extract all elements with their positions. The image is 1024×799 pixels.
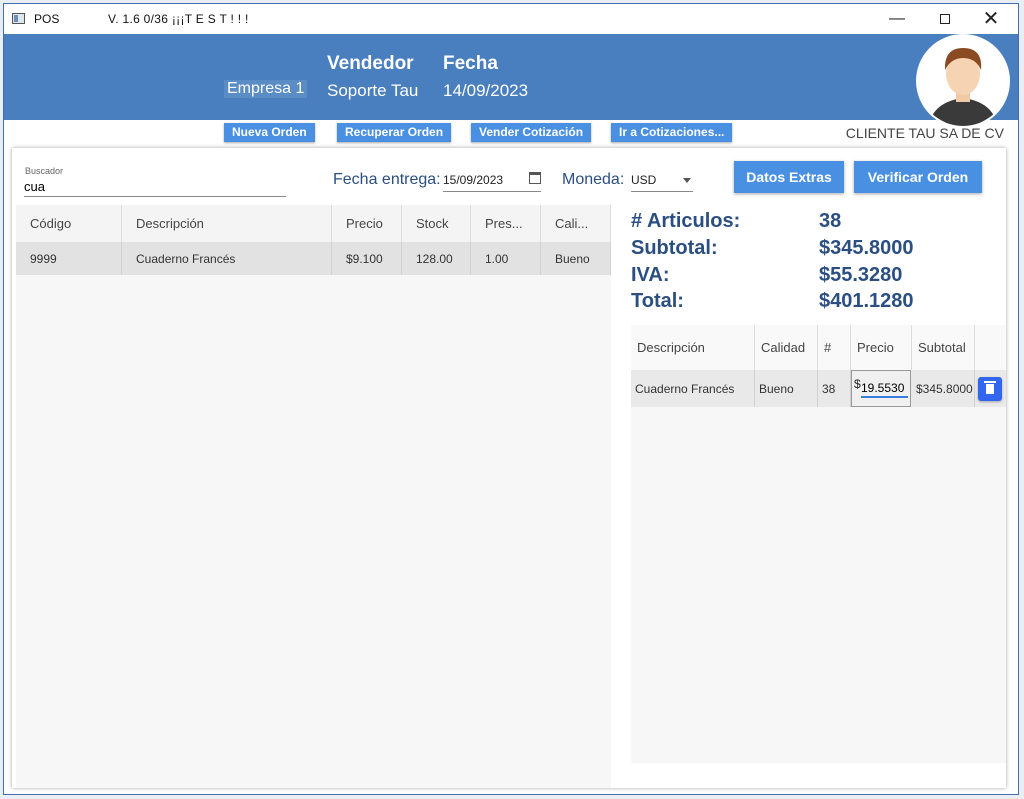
cart-row[interactable]: Cuaderno Francés Bueno 38 $ $345.8000	[631, 370, 1006, 407]
vendedor-label: Vendedor	[327, 53, 414, 74]
header-band: Empresa 1 Vendedor Soporte Tau Fecha 14/…	[4, 34, 1018, 126]
column-header-calidad[interactable]: Cali...	[541, 205, 611, 242]
chevron-down-icon	[683, 178, 691, 183]
column-header-stock[interactable]: Stock	[402, 205, 471, 242]
fecha-entrega-label: Fecha entrega:	[333, 171, 441, 188]
calendar-icon[interactable]	[529, 172, 541, 184]
window-title: POS	[34, 12, 60, 26]
total-label: Total:	[631, 290, 684, 312]
user-avatar[interactable]	[918, 36, 1008, 126]
pos-window: POS V. 1.6 0/36 ¡¡¡T E S T ! ! ! — ✕ Emp…	[3, 3, 1019, 795]
articulos-label: # Articulos:	[631, 210, 741, 232]
moneda-value: USD	[631, 173, 657, 187]
search-input[interactable]	[24, 177, 286, 197]
order-panel: Buscador Fecha entrega: 15/09/2023 Moned…	[12, 148, 1006, 788]
product-grid: Código Descripción Precio Stock Pres... …	[16, 205, 611, 788]
cart-cell-subtotal: $345.8000	[912, 370, 975, 407]
maximize-icon	[940, 13, 950, 24]
cart-header-precio[interactable]: Precio	[851, 325, 912, 370]
subtotal-label: Subtotal:	[631, 237, 718, 259]
user-avatar-icon	[918, 36, 1008, 126]
cart-grid-header: Descripción Calidad # Precio Subtotal	[631, 325, 1006, 370]
fecha-value: 14/09/2023	[443, 81, 529, 100]
currency-symbol: $	[854, 377, 861, 391]
nueva-orden-button[interactable]: Nueva Orden	[224, 123, 315, 142]
vendedor-value: Soporte Tau	[327, 81, 419, 100]
ir-cotizaciones-button[interactable]: Ir a Cotizaciones...	[611, 123, 733, 142]
column-header-precio[interactable]: Precio	[332, 205, 402, 242]
iva-label: IVA:	[631, 264, 670, 286]
cart-grid: Descripción Calidad # Precio Subtotal Cu…	[631, 325, 1006, 763]
table-row[interactable]: 9999 Cuaderno Francés $9.100 128.00 1.00…	[16, 242, 611, 275]
cell-calidad: Bueno	[541, 242, 611, 275]
search-label: Buscador	[25, 166, 64, 176]
cart-header-cantidad[interactable]: #	[818, 325, 851, 370]
vender-cotizacion-button[interactable]: Vender Cotización	[471, 123, 592, 142]
trash-icon	[984, 381, 996, 394]
cart-cell-descripcion: Cuaderno Francés	[631, 370, 755, 407]
cell-codigo: 9999	[16, 242, 122, 275]
cell-descripcion: Cuaderno Francés	[122, 242, 332, 275]
moneda-label: Moneda:	[562, 171, 625, 188]
recuperar-orden-button[interactable]: Recuperar Orden	[337, 123, 452, 142]
cell-precio: $9.100	[332, 242, 402, 275]
window-version: V. 1.6 0/36 ¡¡¡T E S T ! ! !	[108, 12, 249, 26]
fecha-entrega-picker[interactable]: 15/09/2023	[443, 169, 541, 192]
cart-price-input[interactable]	[861, 380, 908, 398]
fecha-entrega-value: 15/09/2023	[443, 173, 504, 187]
datos-extras-button[interactable]: Datos Extras	[734, 161, 844, 193]
company-name: Empresa 1	[224, 80, 308, 98]
column-header-presentacion[interactable]: Pres...	[471, 205, 541, 242]
delete-item-button[interactable]	[978, 377, 1002, 401]
cart-header-descripcion[interactable]: Descripción	[631, 325, 755, 370]
moneda-select[interactable]: USD	[631, 169, 693, 192]
product-grid-header: Código Descripción Precio Stock Pres... …	[16, 205, 611, 242]
cart-cell-calidad: Bueno	[755, 370, 818, 407]
subtotal-value: $345.8000	[819, 237, 914, 259]
cell-stock: 128.00	[402, 242, 471, 275]
verificar-orden-button[interactable]: Verificar Orden	[854, 161, 982, 193]
close-button[interactable]: ✕	[968, 4, 1014, 34]
column-header-descripcion[interactable]: Descripción	[122, 205, 332, 242]
maximize-button[interactable]	[922, 4, 968, 34]
articulos-value: 38	[819, 210, 842, 232]
cart-header-subtotal[interactable]: Subtotal	[912, 325, 975, 370]
column-header-codigo[interactable]: Código	[16, 205, 122, 242]
app-icon	[12, 13, 25, 24]
client-name[interactable]: CLIENTE TAU SA DE CV	[846, 125, 1004, 141]
cart-price-editor[interactable]: $	[851, 370, 911, 407]
iva-value: $55.3280	[819, 264, 903, 286]
minimize-button[interactable]: —	[874, 4, 920, 34]
cart-header-calidad[interactable]: Calidad	[755, 325, 818, 370]
cart-cell-cantidad: 38	[818, 370, 851, 407]
fecha-label: Fecha	[443, 53, 498, 74]
title-bar: POS V. 1.6 0/36 ¡¡¡T E S T ! ! ! — ✕	[4, 4, 1018, 34]
total-value: $401.1280	[819, 290, 914, 312]
cell-presentacion: 1.00	[471, 242, 541, 275]
